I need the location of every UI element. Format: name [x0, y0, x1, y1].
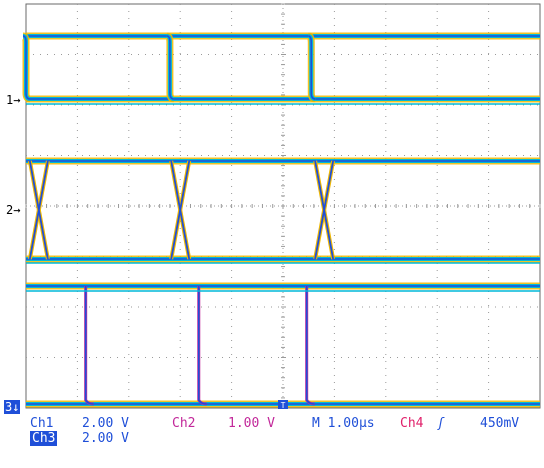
ch1-scale: 2.00 V [82, 416, 129, 431]
ch1-label[interactable]: Ch1 [30, 416, 53, 431]
waveform-area: T [21, 3, 541, 410]
ch3-label[interactable]: Ch3 [30, 431, 58, 446]
trigger-source[interactable]: Ch4 [400, 416, 423, 431]
timebase[interactable]: M 1.00µs [312, 416, 375, 431]
ch2-ground-marker[interactable]: 2→ [6, 203, 20, 217]
rising-edge-icon: ʃ [437, 416, 445, 431]
ch2-label[interactable]: Ch2 [172, 416, 195, 431]
ch2-scale: 1.00 V [228, 416, 275, 431]
ch1-ground-marker[interactable]: 1→ [6, 93, 20, 107]
trigger-position-glyph: T [281, 401, 286, 410]
ch3-scale: 2.00 V [82, 431, 129, 446]
ch3-ground-marker[interactable]: 3↓ [4, 400, 21, 414]
trigger-level[interactable]: 450mV [480, 416, 519, 431]
oscilloscope-display: T 1→ 2→ 3↓ Ch1 2.00 V Ch2 1.00 V M 1.00µ… [0, 0, 544, 464]
